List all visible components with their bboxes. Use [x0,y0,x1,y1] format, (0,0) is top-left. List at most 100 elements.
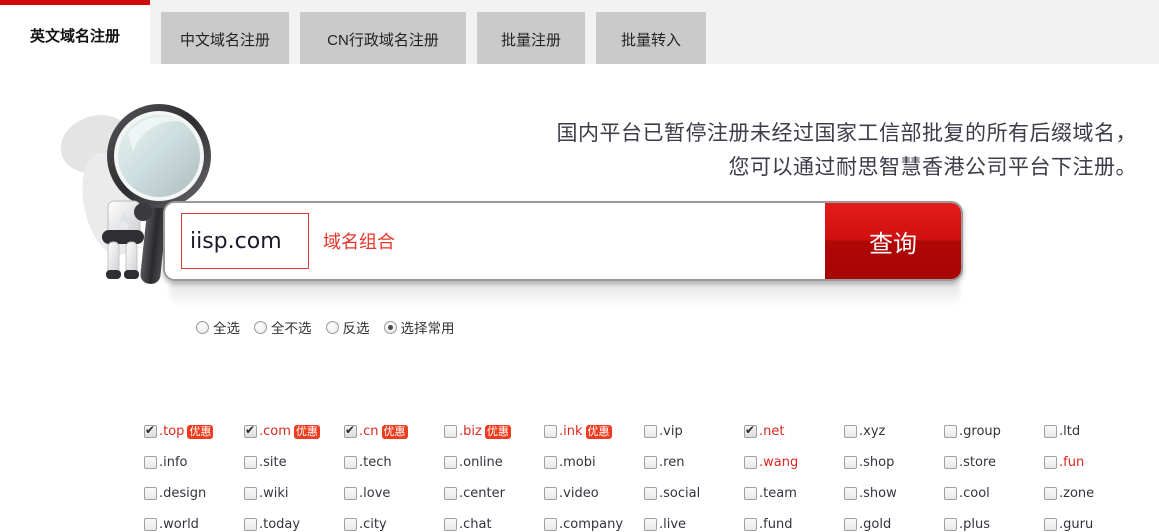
tld-option[interactable]: .top优惠 [144,423,244,439]
tld-option[interactable]: .live [644,517,744,532]
radio-dot-icon[interactable] [196,320,209,334]
tld-option[interactable]: .online [444,455,544,470]
tld-option[interactable]: .gold [844,517,944,532]
tld-checkbox[interactable] [1044,425,1057,438]
tld-option[interactable]: .ink 优惠 [544,424,644,439]
radio-mode-4[interactable]: 选择常用 [383,317,455,337]
tld-option[interactable]: .site [244,455,344,470]
radio-mode-2[interactable]: 全不选 [254,317,312,337]
tld-checkbox[interactable] [244,487,257,500]
tld-option[interactable]: .today [244,517,344,532]
tld-checkbox[interactable] [444,425,457,438]
tld-checkbox[interactable] [744,456,757,469]
tld-option[interactable]: .net [744,423,844,439]
tld-checkbox[interactable] [144,487,157,500]
tld-option[interactable]: .xyz [844,424,944,439]
tld-checkbox[interactable] [844,425,857,438]
tld-checkbox[interactable] [544,518,557,531]
tld-checkbox[interactable] [844,518,857,531]
tab-3[interactable]: CN行政域名注册 [300,12,466,66]
tld-checkbox[interactable] [444,456,457,469]
tld-option[interactable]: .chat [444,517,544,532]
tld-option[interactable]: .center [444,486,544,501]
tld-option[interactable]: .cool [944,486,1044,501]
discount-badge: 优惠 [484,424,511,439]
tld-checkbox[interactable] [144,423,157,438]
tld-option[interactable]: .company [544,517,644,532]
radio-mode-1[interactable]: 全选 [196,317,240,337]
tld-option[interactable]: .video [544,486,644,501]
tld-checkbox[interactable] [644,425,657,438]
radio-dot-icon[interactable] [325,320,339,334]
tld-option[interactable]: .world [144,517,244,532]
tld-checkbox[interactable] [1044,518,1057,531]
tld-option[interactable]: .ltd [1044,424,1144,439]
tld-option[interactable]: .guru [1044,517,1144,532]
tld-option[interactable]: .wiki [244,486,344,501]
tld-checkbox[interactable] [344,423,357,438]
tld-checkbox[interactable] [244,518,257,531]
tld-checkbox[interactable] [244,423,257,438]
tld-checkbox[interactable] [444,518,457,531]
tld-option[interactable]: .store [944,455,1044,470]
tld-option[interactable]: .team [744,486,844,501]
radio-dot-icon[interactable] [383,320,397,334]
tld-row: .top优惠.com优惠.cn优惠.biz优惠.ink优惠.vip .net .xy… [144,423,1154,455]
tld-checkbox[interactable] [644,487,657,500]
tld-checkbox[interactable] [944,456,957,469]
tld-option[interactable]: .ren [644,455,744,470]
tab-4[interactable]: 批量注册 [477,12,585,66]
tld-option[interactable]: .tech [344,455,444,470]
tld-option[interactable]: .fund [744,517,844,532]
tld-option[interactable]: .cn优惠 [344,423,444,439]
tld-checkbox[interactable] [744,487,757,500]
tld-checkbox[interactable] [944,425,957,438]
tld-option[interactable]: .fun [1044,455,1144,470]
tld-option[interactable]: .wang [744,455,844,470]
tld-option[interactable]: .love [344,486,444,501]
tld-option[interactable]: .biz 优惠 [444,424,544,439]
tld-option[interactable]: .show [844,486,944,501]
tld-checkbox[interactable] [144,456,157,469]
tld-option[interactable]: .shop [844,455,944,470]
tld-checkbox[interactable] [344,456,357,469]
tld-option[interactable]: .social [644,486,744,501]
tld-checkbox[interactable] [544,487,557,500]
tld-label: .live [659,517,687,532]
tld-checkbox[interactable] [1044,487,1057,500]
tld-option[interactable]: .vip [644,424,744,439]
radio-mode-3[interactable]: 反选 [325,317,370,337]
tld-checkbox[interactable] [144,518,157,531]
domain-search-input[interactable] [181,213,309,269]
tld-option[interactable]: .info [144,455,244,470]
radio-dot-icon[interactable] [254,320,267,334]
tab-1[interactable]: 英文域名注册 [0,0,150,66]
tld-option[interactable]: .design [144,486,244,501]
tld-checkbox[interactable] [944,487,957,500]
tld-option[interactable]: .plus [944,517,1044,532]
tld-option[interactable]: .com优惠 [244,423,344,439]
tld-checkbox[interactable] [544,425,557,438]
tld-checkbox[interactable] [944,518,957,531]
tld-checkbox[interactable] [244,456,257,469]
search-query-button[interactable]: 查询 [825,203,961,279]
tld-option[interactable]: .mobi [544,455,644,470]
tab-5[interactable]: 批量转入 [596,12,706,66]
tab-2[interactable]: 中文域名注册 [161,12,289,66]
tld-option[interactable]: .group [944,424,1044,439]
tld-checkbox[interactable] [444,487,457,500]
tld-checkbox[interactable] [544,456,557,469]
tld-checkbox[interactable] [1044,456,1057,469]
tld-checkbox[interactable] [344,487,357,500]
tld-checkbox[interactable] [644,518,657,531]
tld-option[interactable]: .city [344,517,444,532]
tld-option[interactable]: .zone [1044,486,1144,501]
tld-checkbox[interactable] [844,456,857,469]
tld-checkbox[interactable] [344,518,357,531]
tld-checkbox[interactable] [644,456,657,469]
tld-label: .zone [1059,486,1095,501]
tld-checkbox[interactable] [744,423,757,438]
tld-label: .net [759,424,785,439]
tld-checkbox[interactable] [844,487,857,500]
tld-checkbox[interactable] [744,518,757,531]
